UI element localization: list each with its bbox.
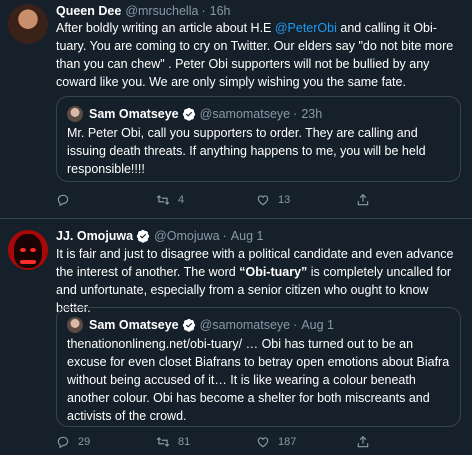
quote-author-name: Sam Omatseye	[89, 107, 179, 121]
reply-button[interactable]	[56, 193, 156, 207]
retweet-icon	[156, 437, 170, 447]
quote-author-handle: @samomatseye	[199, 107, 291, 121]
retweet-icon	[156, 195, 170, 205]
quoted-tweet[interactable]: Sam Omatseye @samomatseye · 23h Mr. Pete…	[56, 96, 461, 182]
like-count: 187	[278, 436, 297, 448]
separator-dot: ·	[293, 318, 298, 332]
mention-link[interactable]: @PeterObi	[275, 21, 337, 35]
verified-icon	[182, 107, 195, 121]
share-icon	[357, 435, 369, 448]
timestamp[interactable]: Aug 1	[231, 229, 264, 243]
separator-dot: ·	[293, 107, 298, 121]
verified-icon	[182, 318, 195, 332]
retweet-button[interactable]: 81	[156, 435, 256, 449]
reply-button[interactable]: 29	[56, 435, 156, 449]
tweet-header: Queen Dee @mrsuchella · 16h	[56, 4, 230, 18]
quote-author-handle: @samomatseye	[199, 318, 291, 332]
like-button[interactable]: 187	[256, 435, 356, 449]
share-button[interactable]	[356, 193, 456, 207]
avatar[interactable]	[8, 4, 48, 44]
timestamp[interactable]: 16h	[210, 4, 231, 18]
tweet-text-part: After boldly writing an article about H.…	[56, 21, 275, 35]
retweet-count: 81	[178, 436, 191, 448]
retweet-count: 4	[178, 194, 185, 206]
quote-header: Sam Omatseye @samomatseye · 23h	[67, 106, 322, 122]
quote-header: Sam Omatseye @samomatseye · Aug 1	[67, 317, 334, 333]
verified-icon	[136, 229, 150, 243]
quote-avatar	[67, 106, 83, 122]
author-handle[interactable]: @mrsuchella	[125, 4, 198, 18]
quote-author-name: Sam Omatseye	[89, 318, 179, 332]
reply-icon	[57, 436, 69, 449]
quote-timestamp: 23h	[301, 107, 323, 121]
tweet-actions: 4 13	[56, 193, 456, 207]
tweet-omojuwa[interactable]: JJ. Omojuwa @Omojuwa · Aug 1 It is fair …	[0, 219, 472, 455]
like-count: 13	[278, 194, 291, 206]
reply-icon	[57, 194, 69, 207]
quoted-tweet[interactable]: Sam Omatseye @samomatseye · Aug 1 thenat…	[56, 307, 461, 427]
tweet-text-bold: “Obi-tuary”	[239, 265, 308, 279]
retweet-button[interactable]: 4	[156, 193, 256, 207]
tweet-actions: 29 81 187	[56, 435, 456, 449]
author-name[interactable]: Queen Dee	[56, 4, 121, 18]
like-button[interactable]: 13	[256, 193, 356, 207]
like-icon	[257, 437, 269, 448]
quote-text: Mr. Peter Obi, call you supporters to or…	[67, 126, 426, 176]
quote-avatar	[67, 317, 83, 333]
separator-dot: ·	[201, 4, 206, 18]
tweet-header: JJ. Omojuwa @Omojuwa · Aug 1	[56, 229, 263, 243]
tweet-text: After boldly writing an article about H.…	[56, 19, 461, 91]
tweet-queen-dee[interactable]: Queen Dee @mrsuchella · 16h After boldly…	[0, 0, 472, 218]
reply-count: 29	[78, 436, 91, 448]
quote-timestamp: Aug 1	[301, 318, 334, 332]
avatar[interactable]	[8, 230, 48, 270]
share-button[interactable]	[356, 435, 456, 449]
share-icon	[357, 193, 369, 206]
like-icon	[257, 195, 269, 206]
author-handle[interactable]: @Omojuwa	[154, 229, 220, 243]
author-name[interactable]: JJ. Omojuwa	[56, 229, 133, 243]
separator-dot: ·	[222, 229, 227, 243]
quote-text: thenationonlineng.net/obi-tuary/ … Obi h…	[67, 337, 450, 423]
